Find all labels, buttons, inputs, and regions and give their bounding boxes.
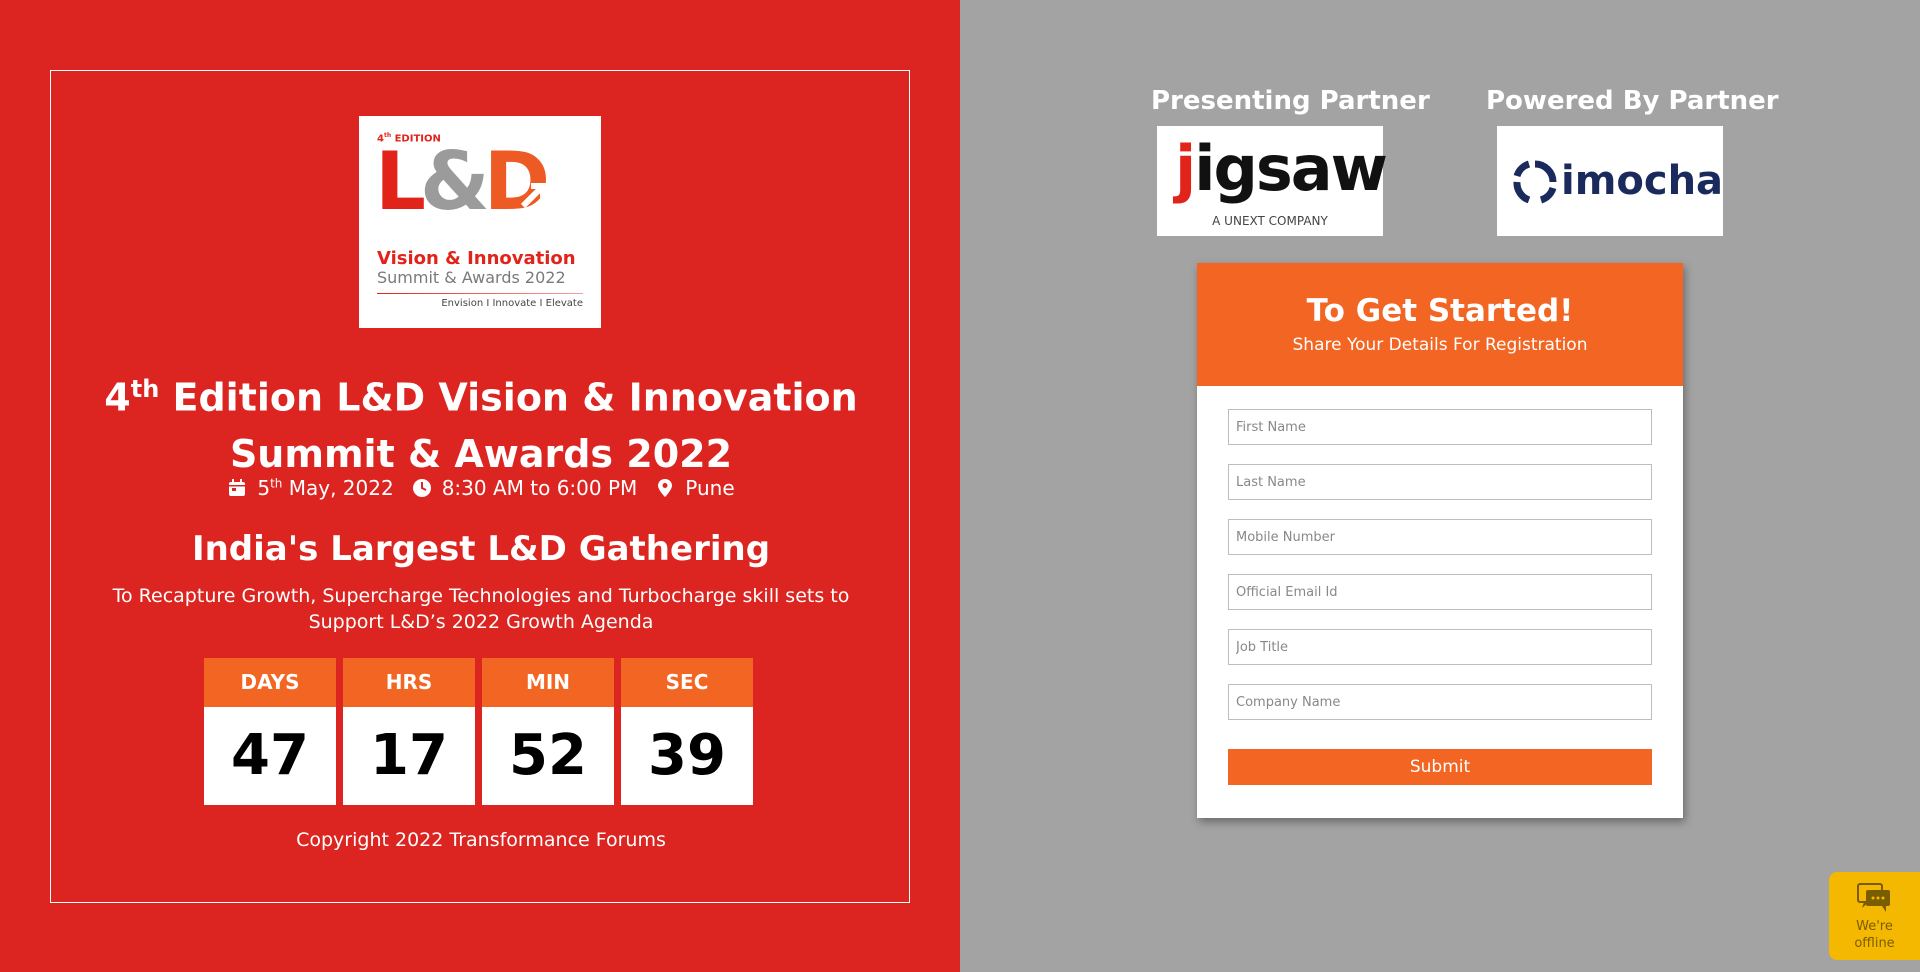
countdown-minutes: MIN 52 [482,658,614,805]
form-title: To Get Started! [1306,293,1574,329]
left-pane: 4th EDITION L&D Vision & Innovation Summ… [0,0,960,972]
event-tagline: India's Largest L&D Gathering [191,529,771,569]
logo-divider [377,293,583,294]
jigsaw-subtitle: A UNEXT COMPANY [1212,214,1328,228]
countdown-days: DAYS 47 [204,658,336,805]
imocha-wordmark: imocha [1561,158,1724,204]
job-title-input[interactable] [1228,629,1652,665]
event-meta: 5th May, 2022 8:30 AM to 6:00 PM Pune [51,476,911,500]
first-name-input[interactable] [1228,409,1652,445]
registration-form: To Get Started! Share Your Details For R… [1197,263,1683,818]
powered-partner-label: Powered By Partner [1486,86,1779,116]
countdown-timer: DAYS 47 HRS 17 MIN 52 SEC 39 [204,658,753,805]
form-header: To Get Started! Share Your Details For R… [1197,263,1683,386]
event-card: 4th EDITION L&D Vision & Innovation Summ… [50,70,910,903]
imocha-logo[interactable]: imocha [1497,126,1723,236]
email-input[interactable] [1228,574,1652,610]
logo-vision-text: Vision & Innovation [377,248,576,269]
countdown-hours: HRS 17 [343,658,475,805]
calendar-icon [229,479,246,496]
jigsaw-logo[interactable]: jigsaw A UNEXT COMPANY [1157,126,1388,236]
event-title: 4th Edition L&D Vision & Innovation Summ… [104,375,858,476]
form-subtitle: Share Your Details For Registration [1292,335,1588,355]
countdown-label: MIN [482,658,614,707]
countdown-value: 39 [648,723,726,788]
countdown-seconds: SEC 39 [621,658,753,805]
map-pin-icon [658,479,673,497]
company-name-input[interactable] [1228,684,1652,720]
event-time: 8:30 AM to 6:00 PM [412,476,637,500]
chat-widget[interactable]: We're offline [1829,872,1920,960]
last-name-input[interactable] [1228,464,1652,500]
event-location: Pune [655,476,735,500]
imocha-mark-icon [1513,160,1557,204]
event-date: 5th May, 2022 [227,476,394,500]
presenting-partner-label: Presenting Partner [1151,86,1430,116]
clock-icon [412,479,431,497]
countdown-label: SEC [621,658,753,707]
countdown-label: HRS [343,658,475,707]
countdown-label: DAYS [204,658,336,707]
countdown-value: 17 [370,723,448,788]
chat-status: We're offline [1854,919,1895,951]
copyright-text: Copyright 2022 Transformance Forums [296,829,666,851]
event-subtext: To Recapture Growth, Supercharge Technol… [112,585,850,633]
countdown-value: 47 [231,723,309,788]
event-logo: 4th EDITION L&D Vision & Innovation Summ… [359,116,601,328]
arrow-icon [520,183,546,209]
countdown-value: 52 [509,723,587,788]
submit-button[interactable]: Submit [1228,749,1652,785]
logo-summit-text: Summit & Awards 2022 [377,268,566,287]
logo-tagline: Envision I Innovate I Elevate [441,298,583,309]
mobile-number-input[interactable] [1228,519,1652,555]
chat-icon [1857,883,1890,912]
jigsaw-wordmark: jigsaw [1175,132,1388,205]
